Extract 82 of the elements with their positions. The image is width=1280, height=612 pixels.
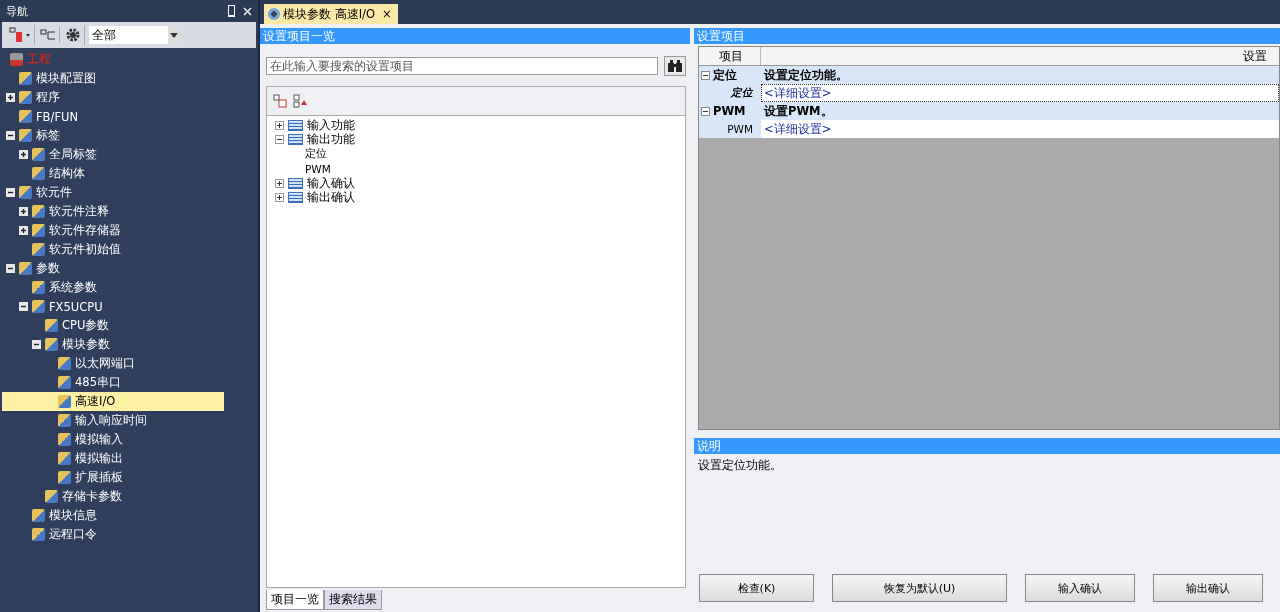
group-description: 设置PWM。: [763, 102, 834, 120]
action-button[interactable]: 恢复为默认(U): [832, 574, 1007, 602]
expander-icon[interactable]: [6, 131, 15, 140]
table-cell: PWM: [699, 120, 761, 138]
expander-icon[interactable]: [32, 340, 41, 349]
tree-item[interactable]: 系统参数: [2, 278, 224, 297]
expander-icon[interactable]: [19, 207, 28, 216]
expander-icon[interactable]: [6, 93, 15, 102]
document-tab[interactable]: 模块参数 高速I/O ×: [264, 4, 398, 24]
filter-dropdown[interactable]: 全部: [89, 26, 180, 44]
tree-item[interactable]: FX5UCPU: [2, 297, 224, 316]
tree-item[interactable]: 软元件存储器: [2, 221, 224, 240]
expander-icon[interactable]: [275, 120, 284, 130]
tree-item[interactable]: 全局标签: [2, 145, 224, 164]
tree-item[interactable]: 扩展插板: [2, 468, 224, 487]
tree-item[interactable]: 存储卡参数: [2, 487, 224, 506]
tree-item[interactable]: 软元件: [2, 183, 224, 202]
tree-item[interactable]: 输入功能: [307, 117, 355, 133]
expander-icon[interactable]: [275, 135, 284, 145]
collapse-all-icon[interactable]: [273, 94, 287, 108]
group-label: PWM: [713, 104, 746, 118]
tree-item[interactable]: 参数: [2, 259, 224, 278]
tree-item[interactable]: 高速I/O: [2, 392, 224, 411]
panel-title: 导航: [6, 3, 28, 19]
action-button[interactable]: 输入确认: [1025, 574, 1135, 602]
expander-icon[interactable]: [275, 193, 284, 203]
pane-header: 设置项目一览: [260, 28, 690, 44]
project-icon: [10, 53, 23, 66]
detail-link[interactable]: <详细设置>: [764, 121, 832, 137]
tree-item[interactable]: 结构体: [2, 164, 224, 183]
expander-icon[interactable]: [6, 188, 15, 197]
tree-item[interactable]: 输出功能: [307, 132, 355, 148]
close-icon[interactable]: [243, 6, 252, 16]
pin-icon[interactable]: [228, 5, 235, 17]
tree-item[interactable]: 模拟输入: [2, 430, 224, 449]
group-label: 定位: [713, 67, 737, 83]
expander-icon[interactable]: [701, 106, 710, 116]
tree-item[interactable]: 标签: [2, 126, 224, 145]
list-icon: [288, 134, 303, 146]
list-icon: [288, 119, 303, 131]
group-description: 设置定位功能。: [763, 66, 849, 84]
view-icon[interactable]: [6, 25, 35, 45]
tree-item[interactable]: PWM: [305, 162, 331, 175]
tree-item[interactable]: 485串口: [2, 373, 224, 392]
action-button[interactable]: 输出确认: [1153, 574, 1263, 602]
tree-item[interactable]: 模拟输出: [2, 449, 224, 468]
expand-all-icon[interactable]: [293, 94, 307, 108]
binoculars-icon[interactable]: [664, 56, 686, 76]
expander-icon[interactable]: [275, 178, 284, 188]
column-header: 项目: [699, 47, 761, 65]
tree-item[interactable]: FB/FUN: [2, 107, 224, 126]
detail-link[interactable]: <详细设置>: [764, 85, 832, 101]
tree-item[interactable]: CPU参数: [2, 316, 224, 335]
pane-tab[interactable]: 项目一览: [266, 590, 324, 610]
tree-item[interactable]: 输出确认: [307, 190, 355, 206]
tree-item[interactable]: 输入确认: [307, 175, 355, 191]
table-cell: 定位: [699, 84, 761, 102]
pane-header: 设置项目: [694, 28, 1280, 44]
tree-item[interactable]: 程序: [2, 88, 224, 107]
tree-item[interactable]: 软元件注释: [2, 202, 224, 221]
tree-item[interactable]: 模块参数: [2, 335, 224, 354]
action-button[interactable]: 检查(K): [699, 574, 814, 602]
expander-icon[interactable]: [19, 150, 28, 159]
expander-icon[interactable]: [701, 70, 710, 80]
tree-item[interactable]: 模块信息: [2, 506, 224, 525]
pane-header: 说明: [694, 438, 1280, 454]
tree-item[interactable]: 软元件初始值: [2, 240, 224, 259]
description-text: 设置定位功能。: [697, 457, 783, 474]
caret-icon: [170, 32, 178, 38]
tree-item[interactable]: 模块配置图: [2, 69, 224, 88]
list-icon: [288, 192, 303, 204]
column-header: 设置: [1242, 47, 1268, 65]
search-field[interactable]: 在此输入要搜索的设置项目: [266, 57, 658, 75]
tree-item[interactable]: 定位: [305, 147, 327, 162]
expander-icon[interactable]: [19, 226, 28, 235]
pane-tab[interactable]: 搜索结果: [324, 590, 382, 610]
list-icon: [288, 177, 303, 189]
expander-icon[interactable]: [19, 302, 28, 311]
tree-item[interactable]: 远程口令: [2, 525, 224, 544]
tree-item[interactable]: 以太网端口: [2, 354, 224, 373]
expander-icon[interactable]: [6, 264, 15, 273]
tree-item[interactable]: 输入响应时间: [2, 411, 224, 430]
